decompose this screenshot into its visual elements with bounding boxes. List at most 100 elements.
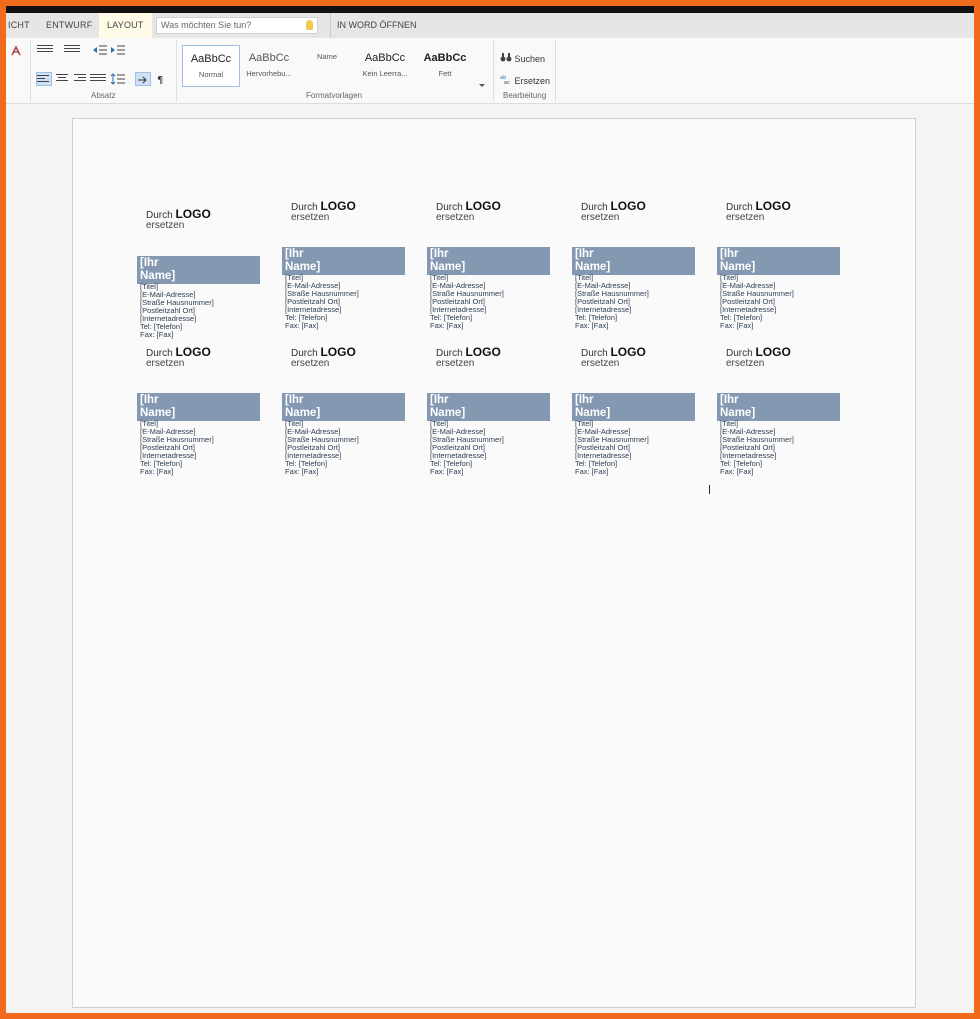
name-line-1: [Ihr xyxy=(140,394,159,406)
style-preview: AaBbCc xyxy=(248,52,290,64)
logo-word: LOGO xyxy=(465,345,501,359)
logo-suffix: ersetzen xyxy=(291,212,330,223)
contact-details[interactable]: [Titel] [E-Mail-Adresse] [Straße Hausnumme… xyxy=(575,274,649,330)
document-page[interactable]: Durch LOGO ersetzen [Ihr Name] [Titel] [E-Mai… xyxy=(72,118,916,1008)
name-line-1: [Ihr xyxy=(285,394,304,406)
logo-placeholder: Durch LOGO xyxy=(726,199,791,213)
logo-placeholder: Durch LOGO xyxy=(436,199,501,213)
tell-me-placeholder: Was möchten Sie tun? xyxy=(161,20,252,30)
tab-entwurf[interactable]: ENTWURF xyxy=(38,13,100,38)
contact-details[interactable]: [Titel] [E-Mail-Adresse] [Straße Hausnumme… xyxy=(285,274,359,330)
align-left-icon[interactable] xyxy=(36,72,52,86)
name-field[interactable]: [Ihr Name] xyxy=(572,247,695,275)
name-field[interactable]: [Ihr Name] xyxy=(427,393,550,421)
style-normal[interactable]: AaBbCc Normal xyxy=(182,45,240,87)
text-cursor xyxy=(709,485,710,494)
logo-suffix: ersetzen xyxy=(726,212,765,223)
bullet-list-icon[interactable] xyxy=(37,43,53,57)
align-right-icon[interactable] xyxy=(72,72,88,86)
name-line-1: [Ihr xyxy=(575,248,594,260)
contact-fax: Fax: [Fax] xyxy=(140,330,174,339)
logo-word: LOGO xyxy=(755,345,791,359)
style-kein-leerraum[interactable]: AaBbCc Kein Leerra... xyxy=(356,45,414,87)
style-fett[interactable]: AaBbCc Fett xyxy=(416,45,474,87)
open-in-word-button[interactable]: IN WORD ÖFFNEN xyxy=(330,13,417,38)
line-spacing-icon[interactable] xyxy=(110,72,126,86)
style-name[interactable]: Name xyxy=(298,45,356,87)
logo-placeholder: Durch LOGO xyxy=(581,345,646,359)
name-field[interactable]: [Ihr Name] xyxy=(427,247,550,275)
contact-fax: Fax: [Fax] xyxy=(575,321,609,330)
logo-suffix: ersetzen xyxy=(146,220,185,231)
tab-layout[interactable]: LAYOUT xyxy=(99,13,152,38)
style-preview: AaBbCc xyxy=(423,52,467,64)
name-line-2: Name] xyxy=(575,407,611,419)
title-bar xyxy=(6,6,974,13)
styles-more-icon[interactable] xyxy=(478,74,486,88)
contact-details[interactable]: [Titel] [E-Mail-Adresse] [Straße Hausnumme… xyxy=(140,283,214,339)
numbered-list-icon[interactable] xyxy=(64,43,80,57)
name-line-2: Name] xyxy=(720,407,756,419)
pilcrow-icon[interactable]: ¶ xyxy=(156,72,172,86)
name-line-2: Name] xyxy=(140,407,176,419)
lightbulb-icon xyxy=(306,20,313,30)
name-field[interactable]: [Ihr Name] xyxy=(717,247,840,275)
name-line-1: [Ihr xyxy=(140,257,159,269)
search-button[interactable]: Suchen xyxy=(500,52,545,64)
contact-details[interactable]: [Titel] [E-Mail-Adresse] [Straße Hausnumme… xyxy=(575,420,649,476)
tab-ansicht[interactable]: ICHT xyxy=(6,13,38,38)
style-label: Kein Leerra... xyxy=(362,69,408,78)
align-center-icon[interactable] xyxy=(54,72,70,86)
logo-word: LOGO xyxy=(755,199,791,213)
svg-text:¶: ¶ xyxy=(157,75,163,85)
name-field[interactable]: [Ihr Name] xyxy=(717,393,840,421)
ltr-text-icon[interactable] xyxy=(135,72,151,86)
increase-indent-icon[interactable] xyxy=(110,43,126,57)
style-label: Fett xyxy=(438,69,452,78)
name-line-1: [Ihr xyxy=(720,248,739,260)
logo-placeholder: Durch LOGO xyxy=(146,207,211,221)
contact-fax: Fax: [Fax] xyxy=(575,467,609,476)
contact-details[interactable]: [Titel] [E-Mail-Adresse] [Straße Hausnumme… xyxy=(140,420,214,476)
tell-me-search[interactable]: Was möchten Sie tun? xyxy=(156,17,318,34)
style-label: Name xyxy=(316,52,337,61)
style-hervorhebung[interactable]: AaBbCc Hervorhebu... xyxy=(240,45,298,87)
logo-placeholder: Durch LOGO xyxy=(726,345,791,359)
separator xyxy=(555,40,556,102)
logo-word: LOGO xyxy=(320,199,356,213)
contact-details[interactable]: [Titel] [E-Mail-Adresse] [Straße Hausnumme… xyxy=(430,420,504,476)
contact-details[interactable]: [Titel] [E-Mail-Adresse] [Straße Hausnumme… xyxy=(430,274,504,330)
justify-icon[interactable] xyxy=(90,72,106,86)
style-preview: AaBbCc xyxy=(190,53,232,65)
name-field[interactable]: [Ihr Name] xyxy=(137,256,260,284)
logo-placeholder: Durch LOGO xyxy=(581,199,646,213)
name-line-2: Name] xyxy=(285,407,321,419)
format-painter-icon[interactable] xyxy=(10,44,22,58)
contact-fax: Fax: [Fax] xyxy=(720,467,754,476)
replace-button[interactable]: ab ac Ersetzen xyxy=(500,74,550,86)
contact-details[interactable]: [Titel] [E-Mail-Adresse] [Straße Hausnumme… xyxy=(720,274,794,330)
name-field[interactable]: [Ihr Name] xyxy=(282,393,405,421)
replace-label: Ersetzen xyxy=(514,76,551,86)
logo-suffix: ersetzen xyxy=(146,358,185,369)
name-line-1: [Ihr xyxy=(285,248,304,260)
logo-word: LOGO xyxy=(320,345,356,359)
logo-placeholder: Durch LOGO xyxy=(436,345,501,359)
contact-details[interactable]: [Titel] [E-Mail-Adresse] [Straße Hausnumme… xyxy=(720,420,794,476)
logo-word: LOGO xyxy=(610,199,646,213)
logo-word: LOGO xyxy=(610,345,646,359)
logo-suffix: ersetzen xyxy=(436,358,475,369)
name-line-1: [Ihr xyxy=(575,394,594,406)
name-field[interactable]: [Ihr Name] xyxy=(282,247,405,275)
name-field[interactable]: [Ihr Name] xyxy=(572,393,695,421)
logo-word: LOGO xyxy=(175,345,211,359)
name-field[interactable]: [Ihr Name] xyxy=(137,393,260,421)
contact-fax: Fax: [Fax] xyxy=(720,321,754,330)
logo-suffix: ersetzen xyxy=(726,358,765,369)
decrease-indent-icon[interactable] xyxy=(92,43,108,57)
logo-placeholder: Durch LOGO xyxy=(146,345,211,359)
contact-details[interactable]: [Titel] [E-Mail-Adresse] [Straße Hausnumme… xyxy=(285,420,359,476)
name-line-1: [Ihr xyxy=(430,394,449,406)
logo-word: LOGO xyxy=(465,199,501,213)
logo-placeholder: Durch LOGO xyxy=(291,345,356,359)
